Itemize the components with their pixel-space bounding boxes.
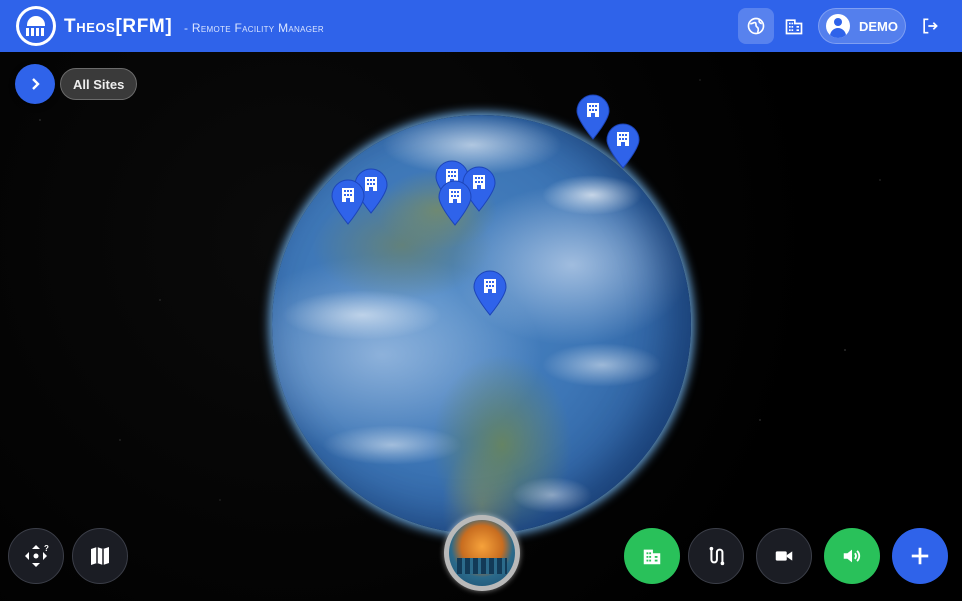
all-sites-filter[interactable]: All Sites xyxy=(60,68,138,100)
add-facility-button[interactable] xyxy=(624,528,680,584)
building-icon xyxy=(785,19,803,35)
route-button[interactable] xyxy=(688,528,744,584)
map-icon xyxy=(91,547,109,565)
chevron-right-icon xyxy=(32,78,40,90)
building-icon xyxy=(643,549,661,565)
audio-button[interactable] xyxy=(824,528,880,584)
app-root: Theos[RFM] - Remote Facility Manager DEM… xyxy=(0,0,962,601)
logout-button[interactable] xyxy=(912,8,948,44)
app-subtitle: - Remote Facility Manager xyxy=(184,21,324,35)
globe-icon xyxy=(747,17,765,35)
move-icon: ? xyxy=(25,544,49,567)
expand-panel-button[interactable] xyxy=(15,64,55,104)
site-marker[interactable] xyxy=(331,179,365,225)
top-navbar: Theos[RFM] - Remote Facility Manager DEM… xyxy=(0,0,962,52)
home-badge-button[interactable] xyxy=(444,515,520,591)
camera-button[interactable] xyxy=(756,528,812,584)
site-marker[interactable] xyxy=(606,123,640,169)
app-title: Theos[RFM] xyxy=(64,16,173,37)
app-logo[interactable] xyxy=(16,6,56,46)
logo-emblem xyxy=(19,9,53,43)
add-button[interactable] xyxy=(892,528,948,584)
site-marker[interactable] xyxy=(438,180,472,226)
map-view-button[interactable] xyxy=(72,528,128,584)
video-camera-icon xyxy=(775,551,793,561)
globe-view-button[interactable] xyxy=(738,8,774,44)
plus-icon xyxy=(911,547,929,565)
site-marker[interactable] xyxy=(576,94,610,140)
speaker-icon xyxy=(843,549,861,563)
svg-text:?: ? xyxy=(44,544,49,553)
user-name: DEMO xyxy=(859,18,898,34)
site-marker[interactable] xyxy=(473,270,507,316)
buildings-view-button[interactable] xyxy=(776,8,812,44)
user-menu-button[interactable]: DEMO xyxy=(818,8,906,44)
route-icon xyxy=(709,546,725,566)
sunrise-emblem xyxy=(449,520,515,586)
avatar xyxy=(826,14,850,38)
navigation-controls-button[interactable]: ? xyxy=(8,528,64,584)
logout-icon xyxy=(923,18,938,34)
